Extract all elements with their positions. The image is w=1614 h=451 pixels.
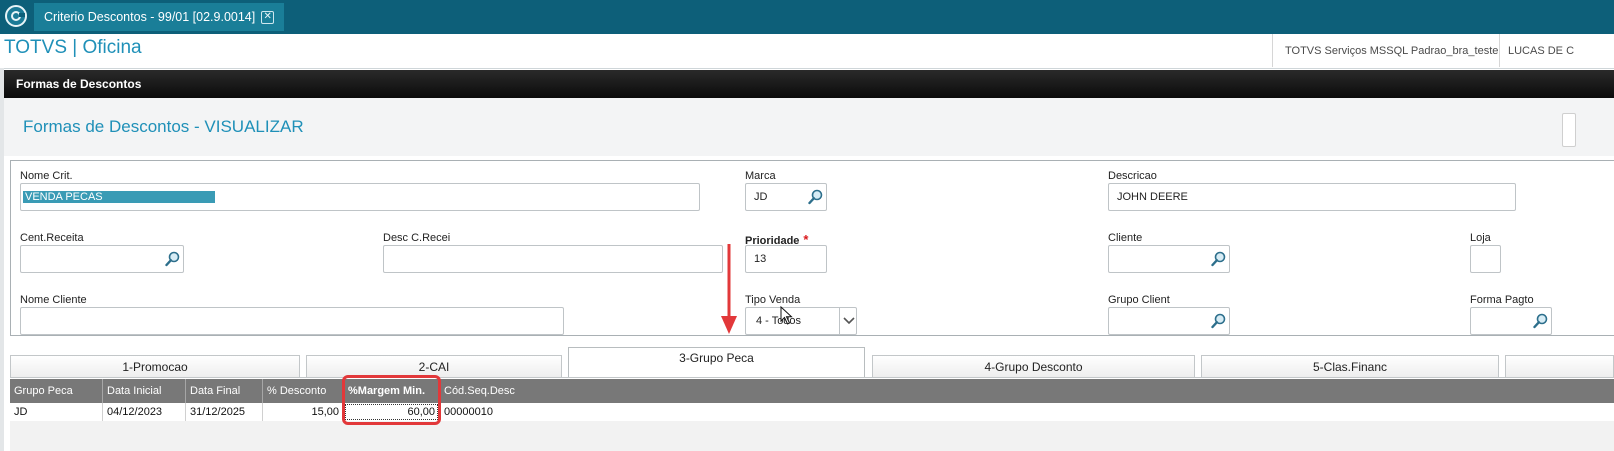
search-icon[interactable] xyxy=(1531,307,1551,335)
tab-promocao[interactable]: 1-Promocao xyxy=(10,355,300,377)
grid-empty-area xyxy=(10,421,1614,451)
column-header-grupo-peca[interactable]: Grupo Peca xyxy=(10,379,103,403)
server-info[interactable]: TOTVS Serviços MSSQL Padrao_bra_teste xyxy=(1272,34,1510,67)
cell-data-inicial[interactable]: 04/12/2023 xyxy=(103,403,186,421)
search-icon[interactable] xyxy=(806,183,826,211)
cliente-label: Cliente xyxy=(1108,232,1143,244)
nome-crit-label: Nome Crit. xyxy=(20,170,73,182)
window-tab[interactable]: Criterio Descontos - 99/01 [02.9.0014] ✕ xyxy=(34,3,285,31)
cell-grupo-peca[interactable]: JD xyxy=(10,403,103,421)
page-title: Formas de Descontos - VISUALIZAR xyxy=(23,117,304,136)
column-header-data-final[interactable]: Data Final xyxy=(186,379,263,403)
annotation-arrow-icon xyxy=(721,244,737,334)
loja-field[interactable] xyxy=(1470,245,1501,273)
nome-cliente-label: Nome Cliente xyxy=(20,294,87,306)
desc-c-recei-field[interactable] xyxy=(383,245,723,273)
nome-crit-field[interactable]: VENDA PECAS xyxy=(20,183,700,211)
tab-grupo-desconto[interactable]: 4-Grupo Desconto xyxy=(872,355,1195,377)
tipo-venda-value: 4 - Todos xyxy=(756,315,802,327)
cell-cod-seq-desc[interactable]: 00000010 xyxy=(440,403,560,421)
cell-data-final[interactable]: 31/12/2025 xyxy=(186,403,263,421)
logo-notch xyxy=(19,13,25,17)
descricao-field[interactable]: JOHN DEERE xyxy=(1108,183,1516,211)
close-icon[interactable]: ✕ xyxy=(261,10,275,24)
descricao-value: JOHN DEERE xyxy=(1117,191,1188,203)
app-brand: TOTVS | Oficina xyxy=(4,37,142,58)
annotation-highlight-box xyxy=(342,375,441,425)
form-header-bar: Formas de Descontos xyxy=(4,70,1614,98)
column-header-desconto[interactable]: % Desconto xyxy=(263,379,344,403)
cell-desconto[interactable]: 15,00 xyxy=(263,403,344,421)
tipo-venda-select[interactable]: 4 - Todos xyxy=(745,307,857,335)
marca-label: Marca xyxy=(745,170,776,182)
desc-c-recei-label: Desc C.Recei xyxy=(383,232,451,244)
action-button[interactable] xyxy=(1562,113,1576,147)
chevron-down-icon[interactable] xyxy=(839,307,858,335)
marca-value: JD xyxy=(754,191,768,203)
search-icon[interactable] xyxy=(163,245,183,273)
search-icon[interactable] xyxy=(1209,307,1229,335)
tab-more[interactable] xyxy=(1505,355,1614,377)
loja-label: Loja xyxy=(1470,232,1491,244)
grupo-client-label: Grupo Client xyxy=(1108,294,1170,306)
window-tab-title: Criterio Descontos - 99/01 [02.9.0014] xyxy=(44,10,256,24)
nome-crit-value: VENDA PECAS xyxy=(23,191,215,203)
tipo-venda-label: Tipo Venda xyxy=(745,294,801,306)
tab-strip-line xyxy=(10,377,1614,378)
tab-clas-financ[interactable]: 5-Clas.Financ xyxy=(1201,355,1499,377)
nome-cliente-field[interactable] xyxy=(20,307,564,335)
user-info[interactable]: LUCAS DE C xyxy=(1499,34,1582,67)
cent-receita-field[interactable] xyxy=(20,245,184,273)
prioridade-value: 13 xyxy=(754,253,767,265)
tab-grupo-peca[interactable]: 3-Grupo Peca xyxy=(568,347,865,377)
column-header-data-inicial[interactable]: Data Inicial xyxy=(103,379,186,403)
forma-pagto-label: Forma Pagto xyxy=(1470,294,1534,306)
prioridade-field[interactable]: 13 xyxy=(745,245,827,273)
column-header-cod-seq-desc[interactable]: Cód.Seq.Desc xyxy=(440,379,560,403)
cent-receita-label: Cent.Receita xyxy=(20,232,84,244)
search-icon[interactable] xyxy=(1209,245,1229,273)
descricao-label: Descricao xyxy=(1108,170,1157,182)
mouse-cursor-icon xyxy=(780,306,793,325)
tab-cai[interactable]: 2-CAI xyxy=(306,355,562,377)
